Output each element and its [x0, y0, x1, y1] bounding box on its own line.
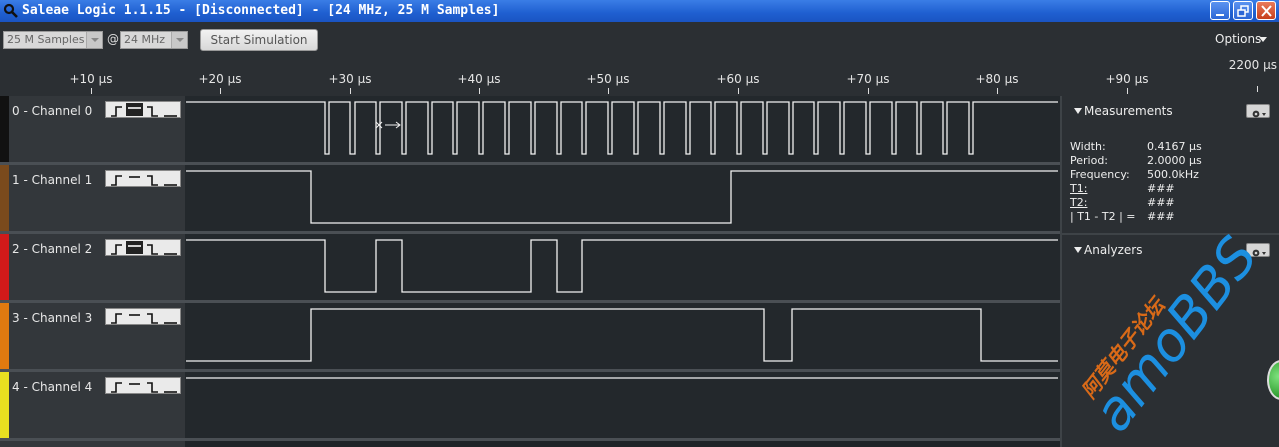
measurements-title[interactable]: Measurements — [1084, 104, 1173, 118]
zoom-level: 2200 µs — [1228, 58, 1277, 72]
ruler-tick: +50 µs — [586, 72, 630, 86]
ruler-tick: +80 µs — [975, 72, 1019, 86]
measurements-settings-button[interactable] — [1246, 104, 1270, 118]
ruler-tick-mark — [220, 88, 221, 94]
sample-rate-value: 24 MHz — [124, 33, 166, 46]
ruler-tick: +60 µs — [716, 72, 760, 86]
minimize-button[interactable] — [1210, 1, 1230, 20]
ruler-tick: +30 µs — [328, 72, 372, 86]
measurement-value: 0.4167 µs — [1147, 140, 1202, 153]
sample-count-value: 25 M Samples — [7, 33, 85, 46]
ruler-tick: +70 µs — [846, 72, 890, 86]
minimize-icon — [1216, 14, 1224, 16]
measurement-value: 2.0000 µs — [1147, 154, 1202, 167]
toolbar: 25 M Samples @ 24 MHz Start Simulation O… — [0, 22, 1279, 62]
at-label: @ — [107, 32, 119, 46]
measurement-label: Frequency: — [1070, 168, 1130, 181]
close-icon — [1261, 5, 1272, 17]
channel-1-waveform — [186, 170, 1058, 224]
window-title: Saleae Logic 1.1.15 - [Disconnected] - [… — [22, 3, 500, 18]
restore-icon — [1237, 5, 1249, 17]
sample-count-select[interactable]: 25 M Samples — [3, 31, 103, 49]
ruler-tick-mark — [1127, 88, 1128, 94]
start-simulation-button[interactable]: Start Simulation — [200, 29, 318, 51]
magnifier-icon — [3, 3, 18, 18]
measurement-label: Period: — [1070, 154, 1109, 167]
ruler-tick: +40 µs — [457, 72, 501, 86]
channel-2-waveform — [186, 239, 1058, 293]
ruler-tick-mark — [608, 88, 609, 94]
options-menu[interactable]: Options — [1215, 32, 1261, 46]
restore-button[interactable] — [1233, 1, 1253, 20]
ruler-tick-mark — [997, 88, 998, 94]
sample-rate-select[interactable]: 24 MHz — [120, 31, 188, 49]
channel-0-waveform — [186, 101, 1058, 155]
measurement-value: ### — [1147, 210, 1175, 223]
ruler-tick-mark — [738, 88, 739, 94]
close-button[interactable] — [1256, 1, 1276, 20]
measurement-label: | T1 - T2 | = — [1070, 210, 1136, 223]
watermark-brand: amoBBS — [1081, 230, 1270, 443]
channel-3-waveform — [186, 308, 1058, 362]
ruler-tick-mark — [350, 88, 351, 94]
zoom-tick-mark — [1257, 86, 1258, 92]
title-bar: Saleae Logic 1.1.15 - [Disconnected] - [… — [0, 0, 1279, 22]
ruler-tick-mark — [868, 88, 869, 94]
waveform-layer — [186, 101, 1058, 379]
watermark-logo: amoBBS 阿莫电子论坛 — [1080, 230, 1270, 443]
chevron-down-icon[interactable] — [171, 32, 187, 48]
time-ruler[interactable]: +10 µs +20 µs +30 µs +40 µs +50 µs +60 µ… — [0, 58, 1279, 96]
measurement-label: Width: — [1070, 140, 1106, 153]
measurement-value: ### — [1147, 182, 1175, 195]
gear-icon — [1252, 110, 1266, 118]
options-caret-icon[interactable] — [1259, 37, 1267, 42]
measurement-value: ### — [1147, 196, 1175, 209]
ruler-tick-mark — [91, 88, 92, 94]
ruler-tick: +20 µs — [198, 72, 242, 86]
collapse-caret-icon[interactable] — [1074, 108, 1082, 114]
measurement-value: 500.0kHz — [1147, 168, 1199, 181]
ruler-tick-mark — [479, 88, 480, 94]
ruler-tick: +90 µs — [1105, 72, 1149, 86]
chevron-down-icon[interactable] — [86, 32, 102, 48]
channel-area: 0 - Channel 0 1 - Channel 1 2 - Channel … — [0, 96, 1060, 447]
t2-cursor-link[interactable]: T2: — [1070, 196, 1087, 209]
t1-cursor-link[interactable]: T1: — [1070, 182, 1087, 195]
ruler-tick: +10 µs — [69, 72, 113, 86]
